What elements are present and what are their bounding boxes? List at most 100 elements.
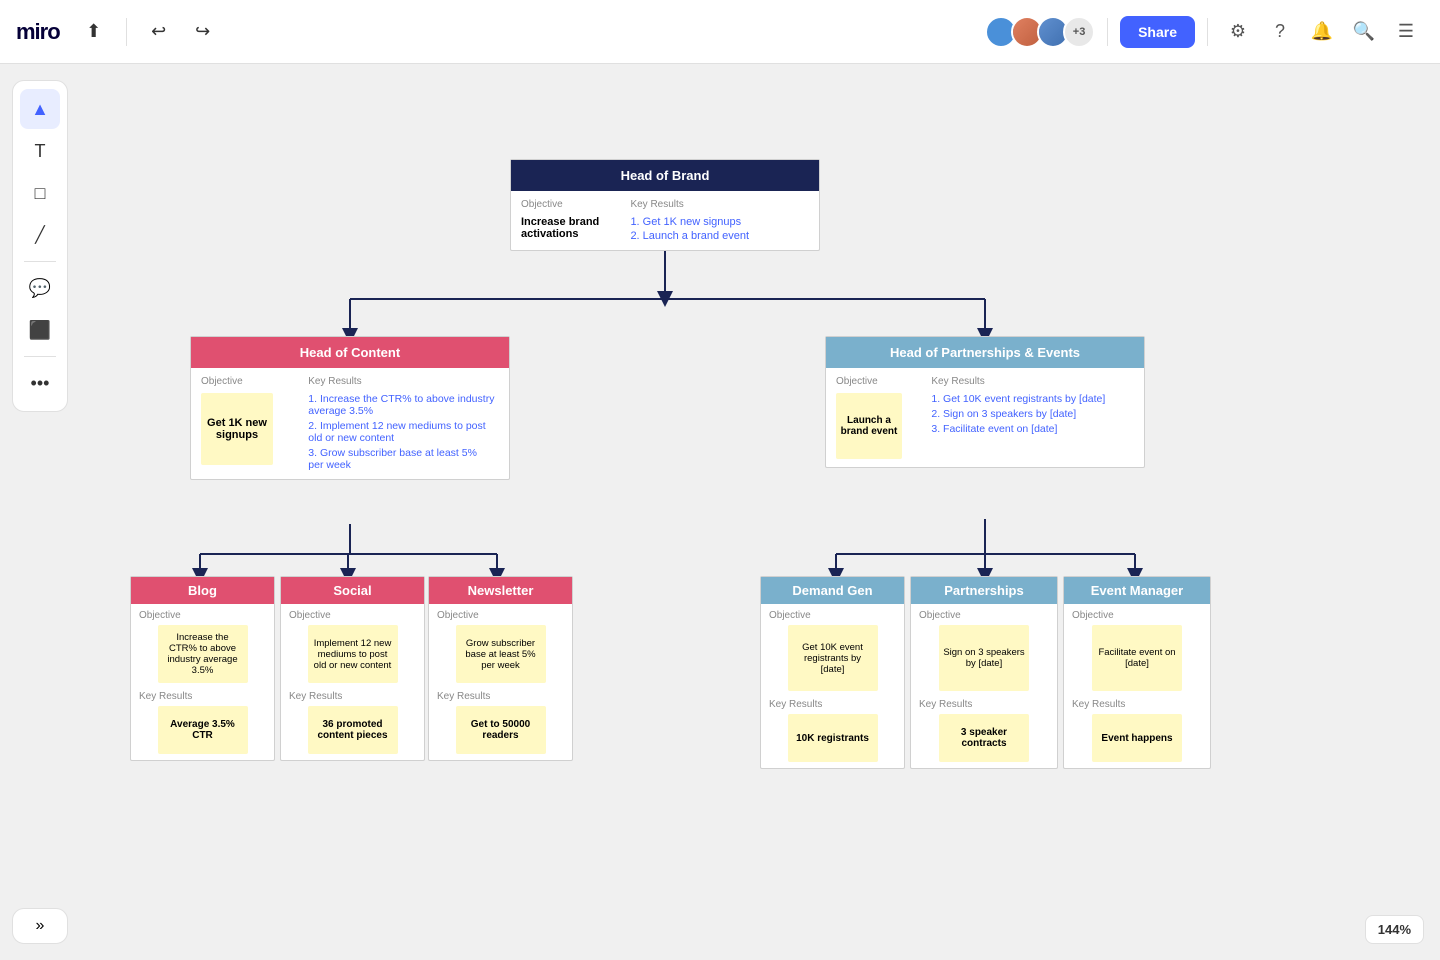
event-manager-card: Event Manager Objective Facilitate event… bbox=[1063, 576, 1211, 769]
topbar-separator-3 bbox=[1207, 18, 1208, 46]
newsletter-obj-label: Objective bbox=[437, 610, 564, 621]
more-tools[interactable]: ••• bbox=[20, 363, 60, 403]
content-kr-3: 3. Grow subscriber base at least 5% per … bbox=[308, 447, 495, 471]
content-kr-2: 2. Implement 12 new mediums to post old … bbox=[308, 420, 495, 444]
social-obj-label: Objective bbox=[289, 610, 416, 621]
head-of-content-body: Objective Key Results Get 1K new signups… bbox=[191, 368, 509, 479]
line-tool[interactable]: ╱ bbox=[20, 215, 60, 255]
social-header: Social bbox=[281, 577, 424, 604]
partnerships-kr-2: 2. Sign on 3 speakers by [date] bbox=[931, 408, 1130, 420]
demand-gen-objective-sticky: Get 10K event registrants by [date] bbox=[788, 625, 878, 691]
help-icon-btn[interactable]: ? bbox=[1262, 14, 1298, 50]
head-of-partnerships-body: Objective Key Results Launch a brand eve… bbox=[826, 368, 1144, 467]
partnerships-sub-kr-label: Key Results bbox=[919, 699, 1049, 710]
frame-tool[interactable]: ⬛ bbox=[20, 310, 60, 350]
settings-icon-btn[interactable]: ⚙ bbox=[1220, 14, 1256, 50]
social-objective-sticky: Implement 12 new mediums to post old or … bbox=[308, 625, 398, 683]
content-objective-sticky: Get 1K new signups bbox=[201, 393, 273, 465]
left-toolbar: ▲ T □ ╱ 💬 ⬛ ••• bbox=[12, 80, 68, 412]
partnerships-obj-header: Objective bbox=[836, 374, 931, 391]
brand-obj-header: Objective bbox=[521, 197, 630, 214]
social-kr-label: Key Results bbox=[289, 691, 416, 702]
undo-button[interactable]: ↩ bbox=[141, 14, 177, 50]
event-manager-kr-label: Key Results bbox=[1072, 699, 1202, 710]
demand-gen-card: Demand Gen Objective Get 10K event regis… bbox=[760, 576, 905, 769]
event-manager-kr-sticky: Event happens bbox=[1092, 714, 1182, 762]
demand-gen-kr-label: Key Results bbox=[769, 699, 896, 710]
partnerships-kr-1: 1. Get 10K event registrants by [date] bbox=[931, 393, 1130, 405]
partnerships-objective-sticky: Launch a brand event bbox=[836, 393, 902, 459]
content-table: Objective Key Results Get 1K new signups… bbox=[201, 374, 499, 473]
tool-separator-2 bbox=[24, 356, 56, 357]
cursor-tool[interactable]: ▲ bbox=[20, 89, 60, 129]
brand-kr-header: Key Results bbox=[630, 197, 809, 214]
partnerships-sub-card: Partnerships Objective Sign on 3 speaker… bbox=[910, 576, 1058, 769]
sticky-note-tool[interactable]: □ bbox=[20, 173, 60, 213]
zoom-level: 144% bbox=[1365, 915, 1424, 944]
demand-gen-kr-sticky: 10K registrants bbox=[788, 714, 878, 762]
expand-sidebar-button[interactable]: » bbox=[12, 908, 68, 944]
demand-gen-obj-label: Objective bbox=[769, 610, 896, 621]
text-tool[interactable]: T bbox=[20, 131, 60, 171]
brand-key-results: 1. Get 1K new signups 2. Launch a brand … bbox=[630, 214, 809, 244]
partnerships-sub-body: Objective Sign on 3 speakers by [date] K… bbox=[911, 604, 1057, 768]
content-key-results-cell: 1. Increase the CTR% to above industry a… bbox=[308, 391, 499, 473]
topbar-right: +3 Share ⚙ ? 🔔 🔍 ☰ bbox=[985, 14, 1424, 50]
blog-header: Blog bbox=[131, 577, 274, 604]
search-icon-btn[interactable]: 🔍 bbox=[1346, 14, 1382, 50]
topbar-separator-2 bbox=[1107, 18, 1108, 46]
blog-body: Objective Increase the CTR% to above ind… bbox=[131, 604, 274, 760]
blog-obj-label: Objective bbox=[139, 610, 266, 621]
notifications-icon-btn[interactable]: 🔔 bbox=[1304, 14, 1340, 50]
partnerships-key-results-cell: 1. Get 10K event registrants by [date] 2… bbox=[931, 391, 1134, 461]
head-of-content-header: Head of Content bbox=[191, 337, 509, 368]
partnerships-sub-objective-sticky: Sign on 3 speakers by [date] bbox=[939, 625, 1029, 691]
blog-card: Blog Objective Increase the CTR% to abov… bbox=[130, 576, 275, 761]
newsletter-objective-sticky: Grow subscriber base at least 5% per wee… bbox=[456, 625, 546, 683]
event-manager-objective-sticky: Facilitate event on [date] bbox=[1092, 625, 1182, 691]
content-obj-header: Objective bbox=[201, 374, 308, 391]
head-of-content-card: Head of Content Objective Key Results Ge… bbox=[190, 336, 510, 480]
brand-objective: Increase brand activations bbox=[521, 214, 630, 244]
tool-separator bbox=[24, 261, 56, 262]
newsletter-card: Newsletter Objective Grow subscriber bas… bbox=[428, 576, 573, 761]
upload-button[interactable]: ⬆ bbox=[76, 14, 112, 50]
head-of-brand-body: Objective Key Results Increase brand act… bbox=[511, 191, 819, 250]
partnerships-objective-cell: Launch a brand event bbox=[836, 391, 931, 461]
brand-table: Objective Key Results Increase brand act… bbox=[521, 197, 809, 244]
event-manager-obj-label: Objective bbox=[1072, 610, 1202, 621]
newsletter-kr-sticky: Get to 50000 readers bbox=[456, 706, 546, 754]
blog-kr-sticky: Average 3.5% CTR bbox=[158, 706, 248, 754]
topbar: miro ⬆ ↩ ↪ +3 Share ⚙ ? 🔔 🔍 ☰ bbox=[0, 0, 1440, 64]
content-objective-cell: Get 1K new signups bbox=[201, 391, 308, 473]
head-of-partnerships-card: Head of Partnerships & Events Objective … bbox=[825, 336, 1145, 468]
demand-gen-body: Objective Get 10K event registrants by [… bbox=[761, 604, 904, 768]
blog-kr-label: Key Results bbox=[139, 691, 266, 702]
newsletter-header: Newsletter bbox=[429, 577, 572, 604]
partnerships-table: Objective Key Results Launch a brand eve… bbox=[836, 374, 1134, 461]
miro-logo: miro bbox=[16, 19, 60, 45]
newsletter-body: Objective Grow subscriber base at least … bbox=[429, 604, 572, 760]
social-kr-sticky: 36 promoted content pieces bbox=[308, 706, 398, 754]
comment-tool[interactable]: 💬 bbox=[20, 268, 60, 308]
avatar-more: +3 bbox=[1063, 16, 1095, 48]
head-of-partnerships-header: Head of Partnerships & Events bbox=[826, 337, 1144, 368]
menu-icon-btn[interactable]: ☰ bbox=[1388, 14, 1424, 50]
head-of-brand-header: Head of Brand bbox=[511, 160, 819, 191]
brand-kr-2: 2. Launch a brand event bbox=[630, 230, 805, 242]
partnerships-sub-obj-label: Objective bbox=[919, 610, 1049, 621]
partnerships-sub-kr-sticky: 3 speaker contracts bbox=[939, 714, 1029, 762]
brand-kr-1: 1. Get 1K new signups bbox=[630, 216, 805, 228]
expand-icon: » bbox=[36, 917, 45, 935]
content-kr-header: Key Results bbox=[308, 374, 499, 391]
event-manager-body: Objective Facilitate event on [date] Key… bbox=[1064, 604, 1210, 768]
redo-button[interactable]: ↪ bbox=[185, 14, 221, 50]
share-button[interactable]: Share bbox=[1120, 16, 1195, 48]
demand-gen-header: Demand Gen bbox=[761, 577, 904, 604]
head-of-brand-card: Head of Brand Objective Key Results Incr… bbox=[510, 159, 820, 251]
social-card: Social Objective Implement 12 new medium… bbox=[280, 576, 425, 761]
topbar-separator bbox=[126, 18, 127, 46]
content-kr-1: 1. Increase the CTR% to above industry a… bbox=[308, 393, 495, 417]
partnerships-kr-3: 3. Facilitate event on [date] bbox=[931, 423, 1130, 435]
partnerships-sub-header: Partnerships bbox=[911, 577, 1057, 604]
